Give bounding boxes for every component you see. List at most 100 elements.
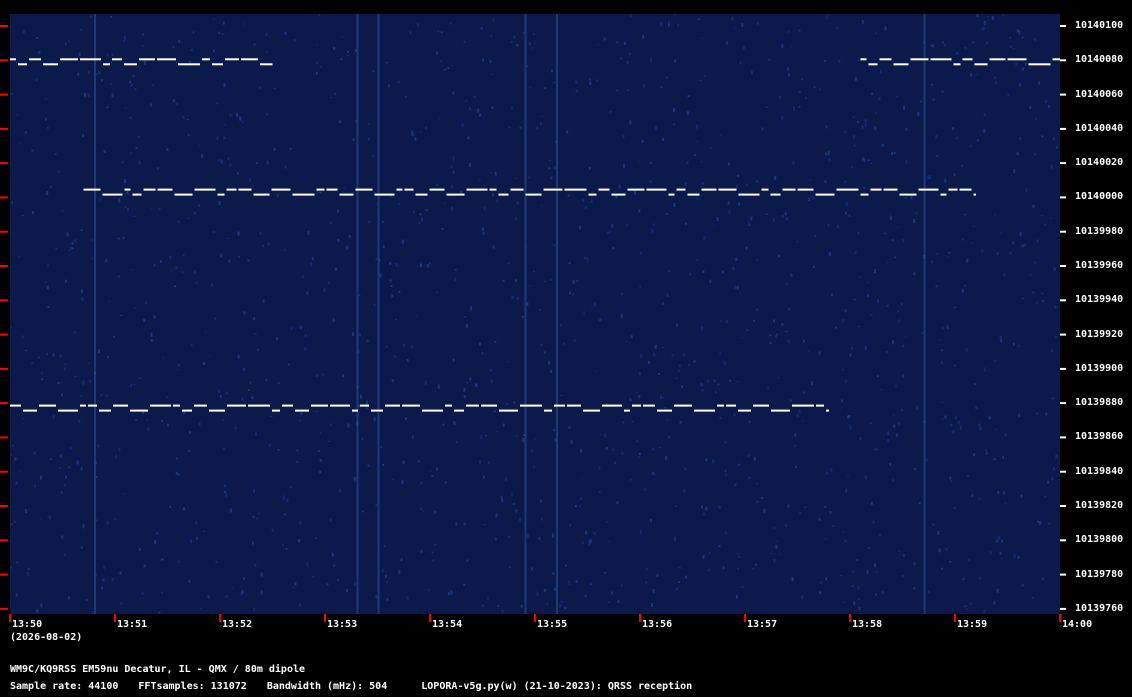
- noise-dot: [367, 464, 370, 467]
- noise-dot: [484, 434, 487, 437]
- noise-dot: [436, 467, 439, 471]
- noise-dot: [260, 590, 263, 595]
- noise-dot: [614, 461, 617, 464]
- noise-dot: [178, 40, 181, 44]
- noise-dot: [1048, 523, 1050, 525]
- noise-dot: [712, 459, 715, 464]
- noise-dot: [935, 285, 938, 288]
- noise-dot: [738, 202, 740, 206]
- noise-dot: [936, 253, 939, 255]
- noise-dot: [170, 269, 173, 271]
- noise-dot: [166, 396, 169, 398]
- noise-dot: [489, 60, 492, 64]
- noise-dot: [64, 363, 67, 366]
- noise-dot: [332, 318, 335, 323]
- noise-dot: [282, 495, 285, 500]
- noise-dot: [181, 271, 184, 274]
- noise-dot: [111, 53, 114, 57]
- noise-dot: [597, 44, 599, 46]
- noise-dot: [914, 468, 917, 470]
- noise-dot: [1004, 502, 1007, 504]
- noise-dot: [41, 378, 44, 381]
- noise-dot: [210, 283, 213, 287]
- noise-dot: [40, 371, 43, 374]
- noise-dot: [681, 385, 684, 389]
- noise-dot: [638, 372, 641, 376]
- noise-dot: [891, 239, 894, 242]
- noise-dot: [386, 597, 389, 601]
- noise-dot: [625, 341, 628, 343]
- noise-dot: [864, 345, 867, 350]
- noise-dot: [549, 278, 552, 281]
- noise-dot: [671, 354, 674, 357]
- noise-dot: [940, 361, 943, 365]
- noise-dot: [120, 602, 123, 606]
- noise-dot: [735, 258, 738, 261]
- noise-dot: [175, 457, 178, 460]
- noise-dot: [373, 304, 376, 307]
- noise-dot: [414, 137, 417, 141]
- noise-dot: [435, 291, 438, 293]
- y-tick-label: 10140000: [1075, 191, 1124, 203]
- signal-dash: [445, 404, 452, 407]
- signal-dash: [80, 58, 101, 61]
- noise-dot: [936, 155, 939, 158]
- noise-dot: [869, 422, 872, 424]
- noise-dot: [530, 449, 533, 452]
- noise-dot: [849, 353, 852, 357]
- noise-dot: [298, 419, 301, 422]
- noise-dot: [448, 592, 450, 595]
- noise-dot: [842, 318, 845, 323]
- noise-dot: [61, 393, 64, 397]
- noise-dot: [559, 324, 562, 327]
- x-tick-label: 13:55: [537, 619, 568, 630]
- y-tick-mark-right: [1060, 127, 1066, 130]
- noise-dot: [82, 133, 85, 137]
- noise-dot: [1018, 30, 1021, 35]
- noise-dot: [879, 534, 882, 537]
- noise-dot: [466, 559, 469, 562]
- noise-dot: [832, 525, 835, 527]
- noise-dot: [106, 106, 109, 109]
- noise-dot: [654, 345, 657, 349]
- noise-dot: [91, 610, 94, 614]
- noise-dot: [769, 334, 772, 337]
- noise-dot: [543, 280, 546, 283]
- noise-dot: [686, 111, 689, 116]
- noise-dot: [667, 20, 670, 24]
- noise-dot: [652, 448, 655, 451]
- noise-dot: [339, 488, 342, 493]
- noise-dot: [861, 20, 864, 24]
- noise-dot: [189, 60, 192, 63]
- noise-dot: [884, 26, 887, 31]
- noise-dot: [540, 343, 543, 346]
- noise-dot: [257, 512, 260, 515]
- noise-dot: [138, 547, 141, 551]
- noise-dot: [22, 30, 25, 34]
- signal-dash: [567, 404, 581, 407]
- y-tick-mark-right: [1060, 539, 1066, 542]
- noise-dot: [494, 171, 497, 176]
- noise-dot: [307, 230, 310, 235]
- noise-dot: [385, 346, 388, 348]
- noise-dot: [333, 47, 336, 50]
- y-tick-mark-left: [0, 127, 8, 130]
- noise-dot: [606, 521, 608, 523]
- noise-dot: [552, 571, 555, 575]
- noise-dot: [347, 423, 350, 428]
- noise-dot: [689, 272, 692, 276]
- noise-dot: [153, 264, 156, 267]
- noise-dot: [581, 478, 584, 480]
- noise-dot: [416, 23, 419, 27]
- noise-dot: [319, 191, 322, 194]
- noise-dot: [147, 426, 150, 431]
- signal-dash: [396, 188, 403, 191]
- noise-dot: [311, 257, 314, 261]
- noise-dot: [756, 259, 759, 261]
- noise-dot: [864, 123, 867, 128]
- noise-dot: [766, 213, 768, 215]
- noise-dot: [50, 458, 53, 461]
- noise-dot: [389, 279, 392, 282]
- date-label: (2026-08-02): [10, 632, 83, 643]
- y-tick-mark-left: [0, 539, 8, 542]
